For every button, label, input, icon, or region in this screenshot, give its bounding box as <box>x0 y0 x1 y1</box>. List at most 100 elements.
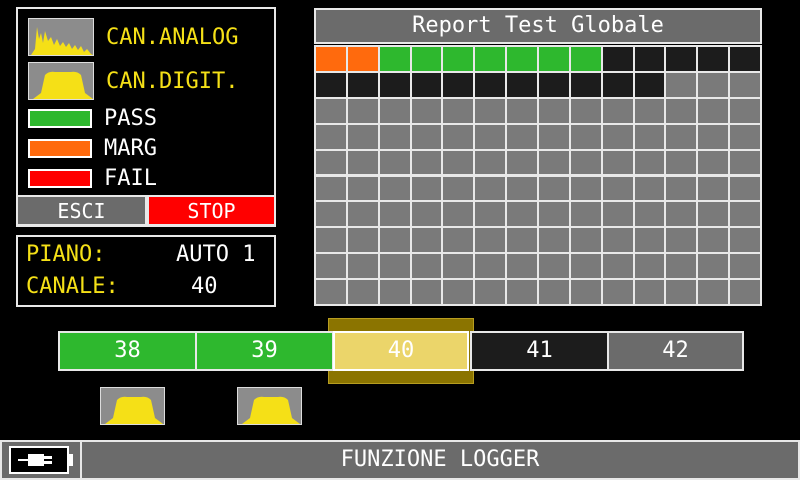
report-cell <box>475 98 506 123</box>
report-cell <box>666 228 697 253</box>
report-cell <box>730 254 760 279</box>
report-cell <box>507 254 537 279</box>
report-cell <box>475 124 506 149</box>
report-cell <box>379 124 410 149</box>
marg-label: MARG <box>104 135 157 161</box>
report-cell <box>539 228 569 253</box>
report-cell <box>666 150 697 175</box>
report-cell <box>602 202 633 227</box>
report-cell <box>730 150 760 175</box>
report-cell <box>602 47 633 71</box>
piano-value: AUTO 1 <box>176 242 256 267</box>
report-cell <box>730 280 760 304</box>
report-cell <box>347 202 378 227</box>
report-cell <box>730 72 760 97</box>
report-cell <box>730 47 760 71</box>
report-cell <box>666 176 697 201</box>
report-cell <box>316 150 346 175</box>
report-cell <box>539 98 569 123</box>
report-cell <box>347 280 378 304</box>
report-cell <box>316 254 346 279</box>
report-cell <box>507 150 537 175</box>
report-cell <box>411 254 442 279</box>
report-cell <box>316 176 346 201</box>
report-cell <box>411 98 442 123</box>
report-cell <box>634 228 665 253</box>
channel-42[interactable]: 42 <box>607 331 744 371</box>
piano-row: PIANO: AUTO 1 <box>26 242 266 272</box>
info-panel: PIANO: AUTO 1 CANALE: 40 <box>16 235 276 307</box>
digital-spectrum-icon <box>237 387 302 425</box>
report-cell <box>539 150 569 175</box>
report-cell <box>634 202 665 227</box>
channel-41[interactable]: 41 <box>470 331 609 371</box>
report-grid <box>314 45 762 306</box>
report-cell <box>539 254 569 279</box>
report-cell <box>475 254 506 279</box>
report-cell <box>379 254 410 279</box>
report-cell <box>602 176 633 201</box>
report-cell <box>698 228 729 253</box>
report-cell <box>539 72 569 97</box>
report-cell <box>539 280 569 304</box>
report-cell <box>475 280 506 304</box>
report-cell <box>411 176 442 201</box>
report-cell <box>570 202 601 227</box>
report-cell <box>570 98 601 123</box>
report-cell <box>347 254 378 279</box>
report-cell <box>347 124 378 149</box>
report-cell <box>634 98 665 123</box>
channel-39[interactable]: 39 <box>195 331 334 371</box>
report-cell <box>698 47 729 71</box>
report-cell <box>666 72 697 97</box>
report-cell <box>475 228 506 253</box>
analog-spectrum-icon <box>28 18 94 56</box>
report-cell <box>411 72 442 97</box>
report-cell <box>698 280 729 304</box>
legend-fail: FAIL <box>28 165 157 191</box>
report-cell <box>634 72 665 97</box>
canale-value: 40 <box>191 274 218 299</box>
report-cell <box>316 47 346 71</box>
report-cell <box>411 150 442 175</box>
report-cell <box>347 228 378 253</box>
report-cell <box>570 72 601 97</box>
report-cell <box>730 228 760 253</box>
stop-button[interactable]: STOP <box>147 195 276 226</box>
report-cell <box>507 98 537 123</box>
channel-38[interactable]: 38 <box>58 331 197 371</box>
report-cell <box>602 280 633 304</box>
channel-40-selected[interactable]: 40 <box>333 331 469 371</box>
report-cell <box>634 124 665 149</box>
report-cell <box>379 202 410 227</box>
report-cell <box>507 124 537 149</box>
report-cell <box>698 176 729 201</box>
report-cell <box>698 124 729 149</box>
digital-spectrum-icon <box>100 387 165 425</box>
analog-label: CAN.ANALOG <box>106 24 239 50</box>
report-cell <box>507 176 537 201</box>
report-cell <box>443 280 474 304</box>
battery-plug-icon <box>2 442 82 478</box>
report-cell <box>570 280 601 304</box>
report-cell <box>570 47 601 71</box>
report-cell <box>411 228 442 253</box>
report-cell <box>347 72 378 97</box>
report-cell <box>698 72 729 97</box>
report-cell <box>443 228 474 253</box>
report-cell <box>379 228 410 253</box>
report-cell <box>507 47 537 71</box>
report-cell <box>539 202 569 227</box>
report-cell <box>443 72 474 97</box>
esci-button[interactable]: ESCI <box>16 195 147 226</box>
report-cell <box>666 202 697 227</box>
piano-key: PIANO: <box>26 242 106 267</box>
report-cell <box>475 47 506 71</box>
report-cell <box>539 47 569 71</box>
report-cell <box>379 72 410 97</box>
report-panel: Report Test Globale <box>314 8 762 306</box>
report-cell <box>666 124 697 149</box>
report-cell <box>602 98 633 123</box>
digital-label: CAN.DIGIT. <box>106 68 239 94</box>
legend-analog: CAN.ANALOG <box>28 17 238 57</box>
